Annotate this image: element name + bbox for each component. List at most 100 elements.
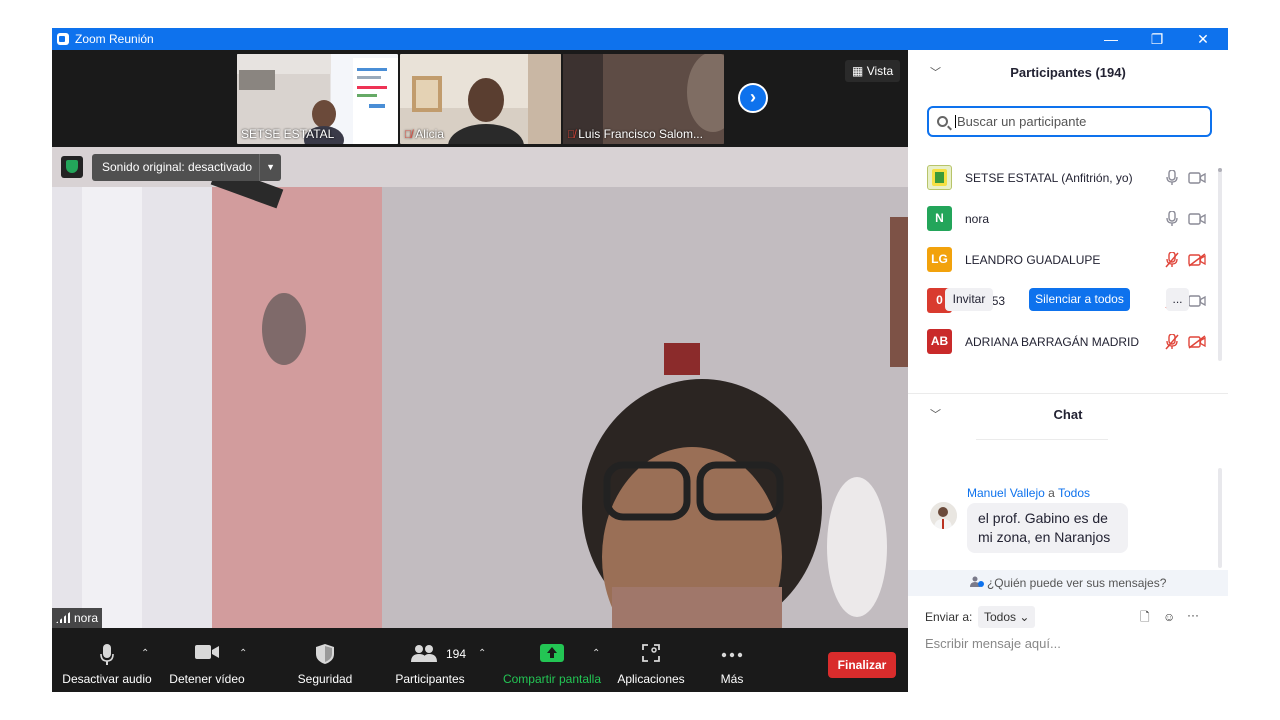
chat-scrollbar[interactable] <box>1218 468 1222 568</box>
video-camera-icon[interactable] <box>1188 212 1206 226</box>
file-icon[interactable]: 🗋 <box>1140 606 1150 628</box>
active-speaker-video: Sonido original: desactivado ▼ nora <box>52 147 908 628</box>
microphone-icon <box>100 644 114 665</box>
collapse-chevron-icon[interactable]: ﹀ <box>930 393 941 437</box>
sender-avatar <box>930 502 957 529</box>
search-icon <box>937 116 948 127</box>
muted-mic-icon: 🎙̸ <box>567 129 576 141</box>
sender-name[interactable]: Manuel Vallejo <box>967 486 1045 500</box>
participant-row[interactable]: SETSE ESTATAL (Anfitrión, yo) <box>908 158 1228 199</box>
participant-scrollbar-thumb[interactable] <box>1218 168 1222 172</box>
mute-all-button[interactable]: Silenciar a todos <box>1029 288 1130 311</box>
video-camera-icon[interactable] <box>1188 294 1206 308</box>
end-meeting-button[interactable]: Finalizar <box>828 652 896 678</box>
security-button[interactable]: Seguridad <box>288 628 362 692</box>
people-icon <box>969 576 984 587</box>
maximize-button[interactable]: ❐ <box>1134 28 1180 50</box>
grid-icon: ▦ <box>852 64 864 78</box>
next-page-button[interactable]: › <box>738 83 768 113</box>
more-button[interactable]: Más <box>702 628 762 692</box>
recipient-select[interactable]: Todos ⌄ <box>978 606 1036 628</box>
share-screen-icon <box>540 644 564 662</box>
video-off-icon[interactable] <box>1188 335 1206 349</box>
participant-avatar: LG <box>927 247 952 272</box>
stop-video-button[interactable]: Detener vídeo <box>164 628 250 692</box>
chat-message-header: Manuel Vallejo a Todos <box>967 486 1090 500</box>
text-cursor <box>955 115 956 128</box>
apps-icon <box>642 644 660 662</box>
participant-name: LEANDRO GUADALUPE <box>965 253 1101 267</box>
video-thumbnail[interactable]: SETSE ESTATAL <box>237 54 398 144</box>
to-word: a <box>1048 486 1055 500</box>
emoji-icon[interactable]: ☺ <box>1163 606 1175 628</box>
zoom-window: Zoom Reunión — ❐ ✕ SETSE ESTATAL 🎙̸ Alic… <box>52 28 1228 692</box>
title-bar: Zoom Reunión — ❐ ✕ <box>52 28 1228 50</box>
collapse-chevron-icon[interactable]: ﹀ <box>930 51 941 95</box>
muted-mic-icon: 🎙̸ <box>404 129 413 141</box>
participant-row[interactable]: AB ADRIANA BARRAGÁN MADRID <box>908 322 1228 363</box>
signal-strength-icon <box>56 612 70 623</box>
participants-options-chevron-icon[interactable]: ⌃ <box>478 648 486 659</box>
send-to-row: Enviar a: Todos ⌄ 🗋 ☺ ··· <box>925 606 1215 628</box>
participant-name: nora <box>965 212 990 226</box>
zoom-logo-icon <box>57 33 69 45</box>
who-can-see-link[interactable]: ¿Quién puede ver sus mensajes? <box>908 570 1228 596</box>
more-options-icon[interactable]: ··· <box>1187 604 1199 626</box>
video-thumbnail[interactable]: 🎙̸ Alicia <box>400 54 561 144</box>
thumbnail-label: 🎙̸ Alicia <box>404 127 444 141</box>
video-options-chevron-icon[interactable]: ⌃ <box>239 648 247 659</box>
mute-audio-button[interactable]: Desactivar audio <box>57 628 157 692</box>
muted-microphone-icon[interactable] <box>1165 252 1179 268</box>
close-button[interactable]: ✕ <box>1180 28 1226 50</box>
participant-row[interactable]: LG LEANDRO GUADALUPE <box>908 240 1228 281</box>
speaker-name-tag: nora <box>52 608 103 628</box>
more-dots-icon <box>721 652 743 658</box>
participants-icon <box>411 645 437 662</box>
video-camera-icon[interactable] <box>1188 171 1206 185</box>
recipient-name[interactable]: Todos <box>1058 486 1090 500</box>
apps-button[interactable]: Aplicaciones <box>612 628 690 692</box>
thumbnail-label: SETSE ESTATAL <box>241 127 335 141</box>
invite-button[interactable]: Invitar <box>945 288 993 311</box>
participants-button[interactable]: 194 Participantes <box>387 628 473 692</box>
participant-scrollbar[interactable] <box>1218 168 1222 361</box>
minimize-button[interactable]: — <box>1088 28 1134 50</box>
audio-options-chevron-icon[interactable]: ⌃ <box>141 648 149 659</box>
video-off-icon[interactable] <box>1188 253 1206 267</box>
participant-search-input[interactable]: Buscar un participante <box>927 106 1212 137</box>
chevron-down-icon: ⌄ <box>1019 610 1030 624</box>
participant-avatar: N <box>927 206 952 231</box>
muted-microphone-icon[interactable] <box>1165 334 1179 350</box>
chevron-down-icon[interactable]: ▼ <box>259 154 281 181</box>
chat-message-bubble: el prof. Gabino es de mi zona, en Naranj… <box>967 503 1128 553</box>
more-options-button[interactable]: ... <box>1166 288 1189 311</box>
view-button[interactable]: ▦ Vista <box>845 60 901 82</box>
participant-row[interactable]: Nnora <box>908 199 1228 240</box>
encryption-shield-icon[interactable] <box>61 156 83 178</box>
send-to-label: Enviar a: <box>925 610 973 624</box>
side-panel: ﹀ Participantes (194) Buscar un particip… <box>908 50 1228 692</box>
participant-name: SETSE ESTATAL (Anfitrión, yo) <box>965 171 1133 185</box>
shield-icon <box>316 644 334 664</box>
chat-fade-divider <box>976 439 1108 440</box>
share-screen-button[interactable]: Compartir pantalla <box>500 628 604 692</box>
participants-count: 194 <box>446 647 467 661</box>
video-camera-icon <box>195 645 219 659</box>
chat-header: ﹀ Chat <box>908 393 1228 437</box>
chat-message-input[interactable]: Escribir mensaje aquí... <box>925 636 1061 651</box>
window-title: Zoom Reunión <box>75 32 154 46</box>
organization-logo-icon <box>932 169 947 186</box>
participant-avatar: AB <box>927 329 952 354</box>
speaker-video-image <box>52 147 908 628</box>
video-thumbnail[interactable]: 🎙̸ Luis Francisco Salom... <box>563 54 724 144</box>
avatar-image <box>930 502 957 529</box>
original-sound-toggle[interactable]: Sonido original: desactivado ▼ <box>92 154 282 181</box>
thumbnail-strip: SETSE ESTATAL 🎙̸ Alicia 🎙̸ Luis Francisc… <box>52 50 908 147</box>
microphone-icon[interactable] <box>1165 170 1179 186</box>
share-options-chevron-icon[interactable]: ⌃ <box>592 648 600 659</box>
meeting-toolbar: Desactivar audio ⌃ Detener vídeo ⌃ Segur… <box>52 628 908 692</box>
microphone-icon[interactable] <box>1165 211 1179 227</box>
participant-name: ADRIANA BARRAGÁN MADRID <box>965 335 1140 349</box>
participant-avatar <box>927 165 952 190</box>
video-area: SETSE ESTATAL 🎙̸ Alicia 🎙̸ Luis Francisc… <box>52 50 908 628</box>
